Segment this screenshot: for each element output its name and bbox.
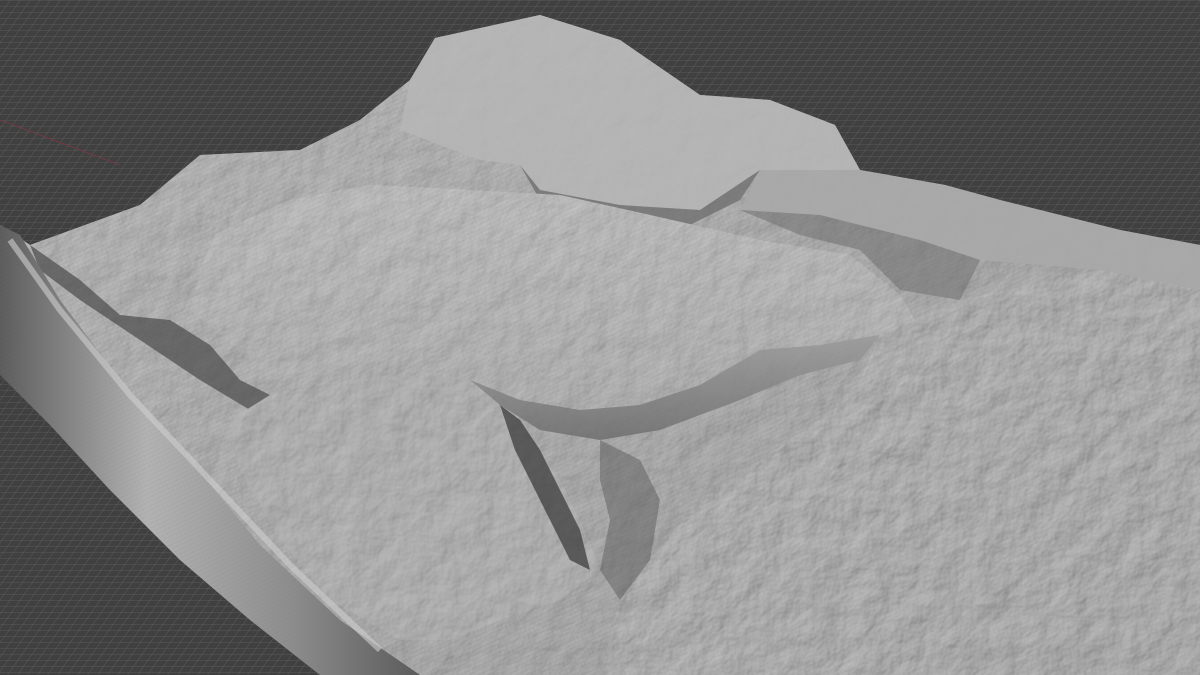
viewport-canvas[interactable] (0, 0, 1200, 675)
3d-viewport[interactable] (0, 0, 1200, 675)
